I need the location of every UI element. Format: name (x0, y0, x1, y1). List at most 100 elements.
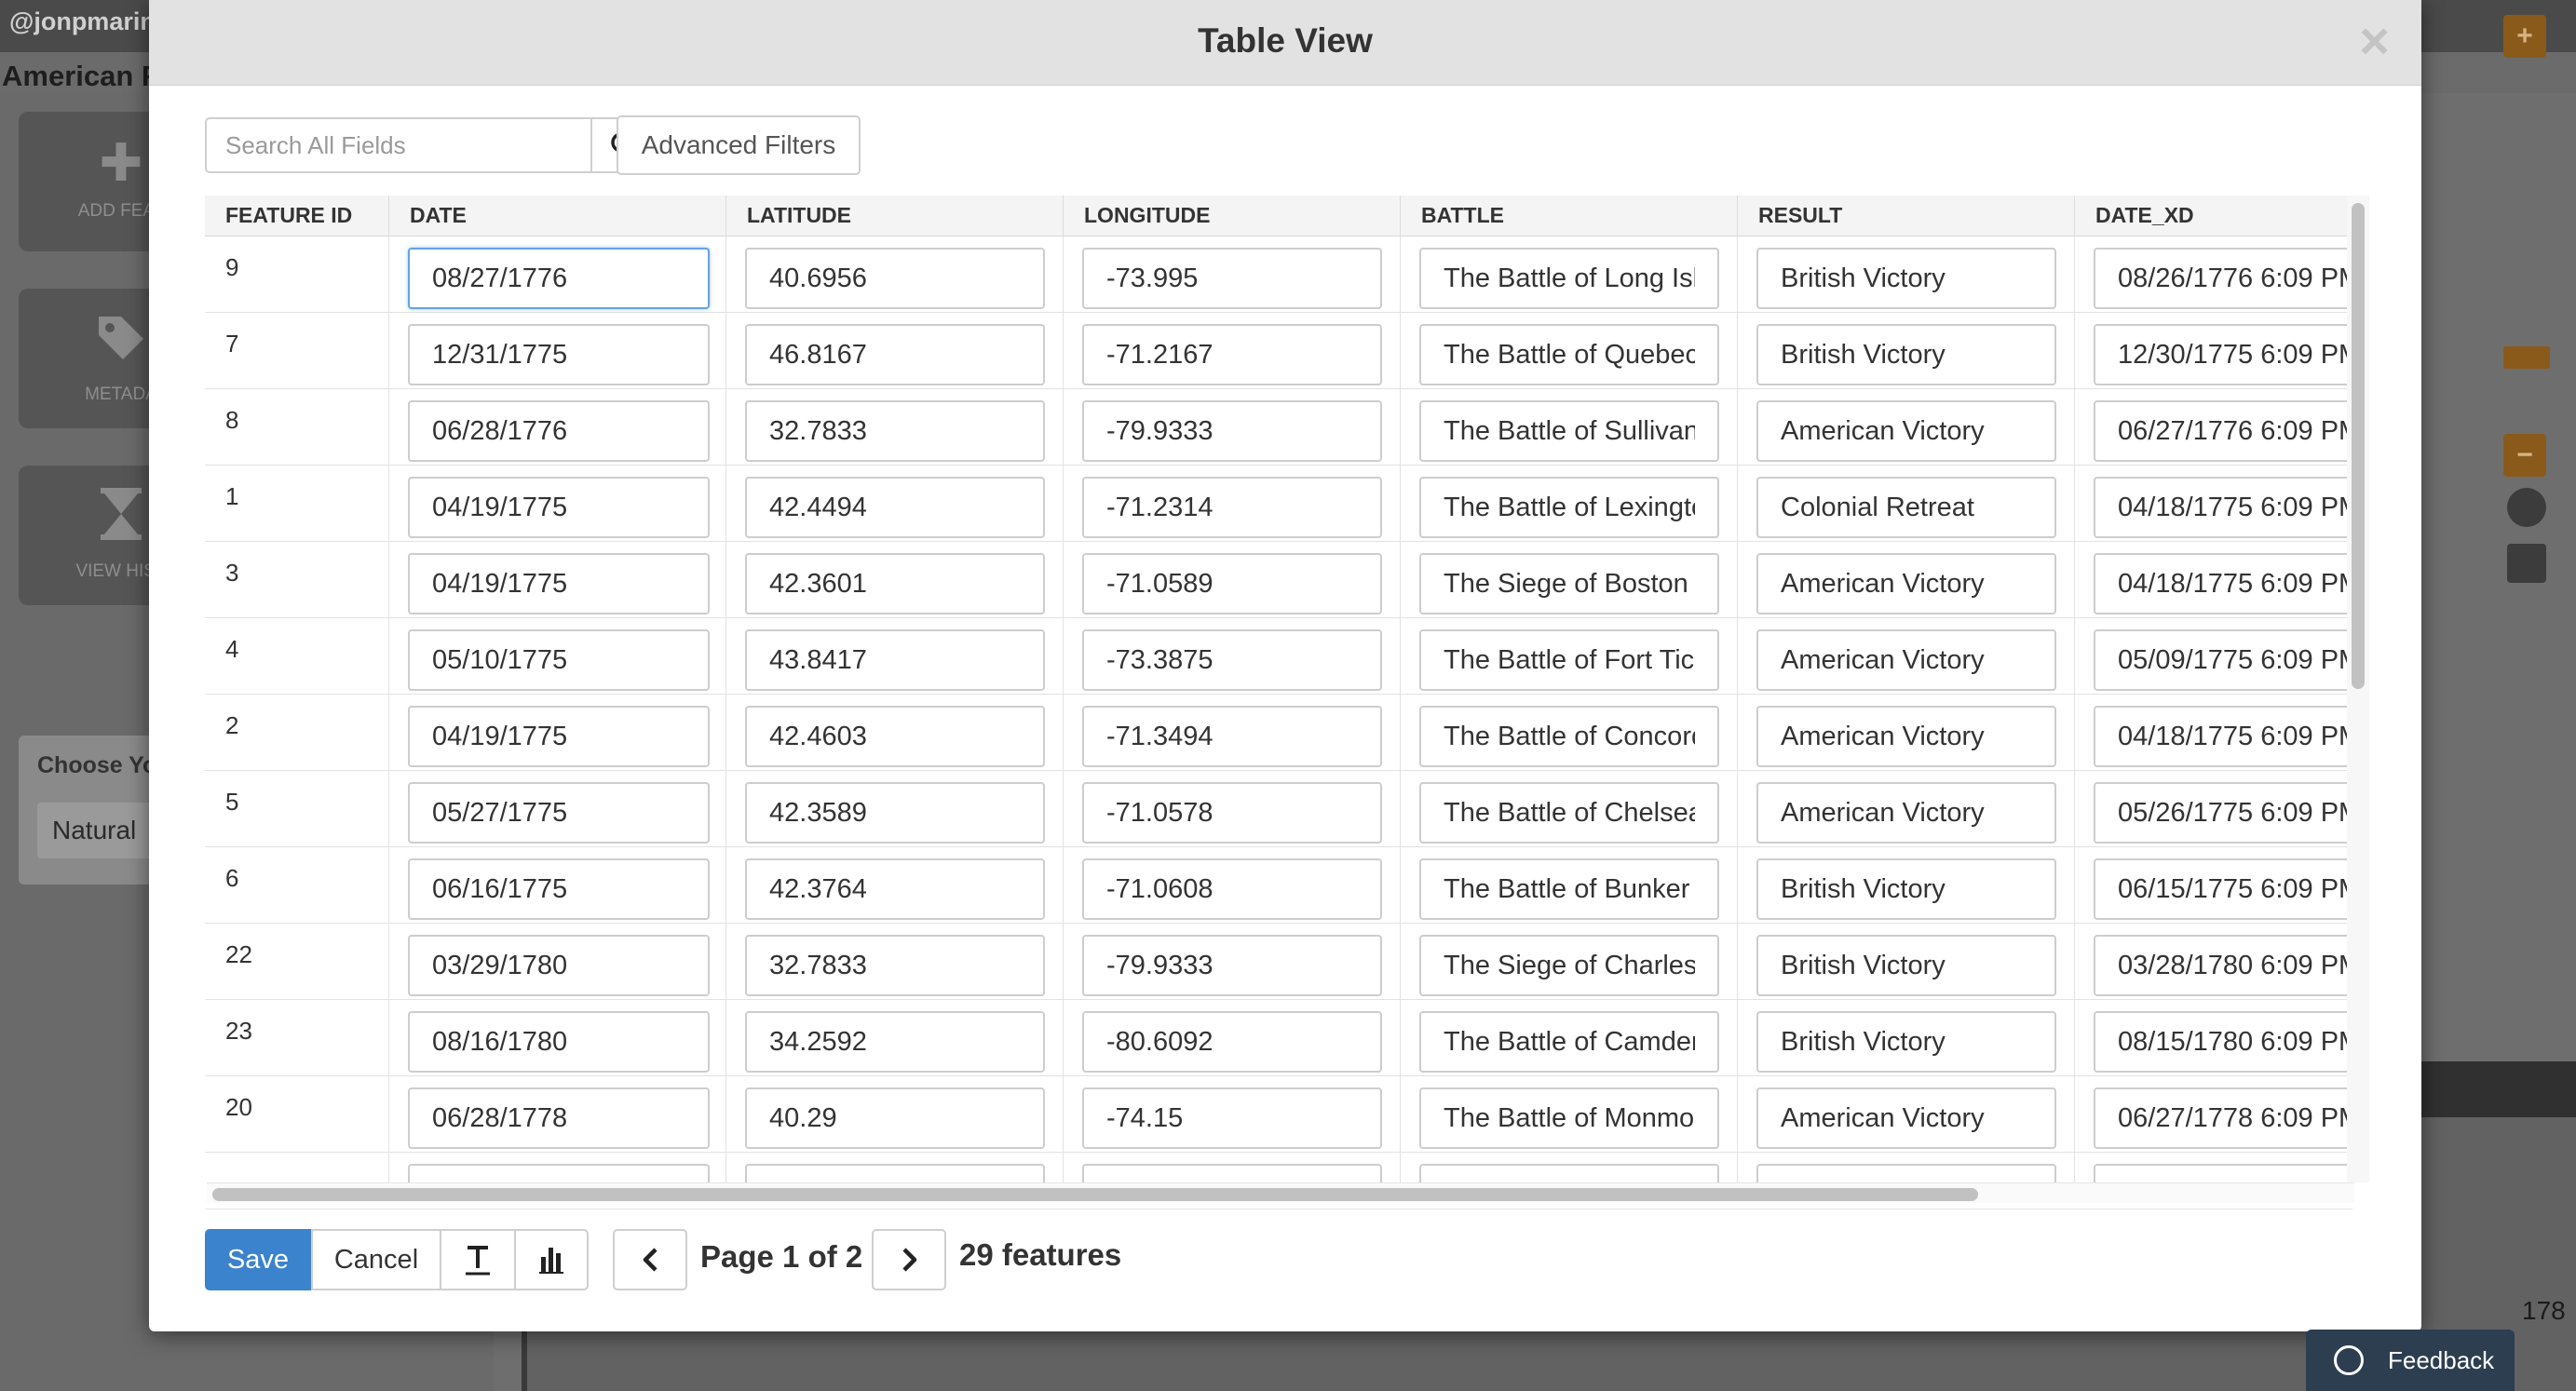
date-field[interactable] (408, 400, 710, 462)
horizontal-scroll-thumb[interactable] (212, 1188, 1978, 1201)
result-field[interactable] (1756, 629, 2056, 691)
latitude-field[interactable] (745, 1087, 1045, 1149)
date-xd-field[interactable] (2094, 1164, 2347, 1182)
longitude-field[interactable] (1082, 1164, 1382, 1182)
date-field[interactable] (408, 324, 710, 385)
battle-field[interactable] (1419, 706, 1719, 767)
previous-page-button[interactable] (613, 1229, 687, 1290)
date-xd-field[interactable] (2094, 324, 2347, 385)
result-field[interactable] (1756, 248, 2056, 309)
column-header-date-xd[interactable]: DATE_XD (2075, 196, 2347, 236)
longitude-field[interactable] (1082, 706, 1382, 767)
date-field[interactable] (408, 1087, 710, 1149)
date-xd-field[interactable] (2094, 1087, 2347, 1149)
fullscreen-icon[interactable] (2507, 544, 2546, 583)
globe-icon[interactable] (2507, 488, 2546, 527)
close-icon[interactable]: × (2359, 13, 2390, 69)
date-field[interactable] (408, 935, 710, 996)
advanced-filters-button[interactable]: Advanced Filters (617, 115, 861, 175)
search-input[interactable] (205, 117, 592, 173)
date-xd-field[interactable] (2094, 935, 2347, 996)
result-field[interactable] (1756, 1164, 2056, 1182)
latitude-field[interactable] (745, 1011, 1045, 1073)
feedback-button[interactable]: Feedback (2306, 1330, 2515, 1391)
result-field[interactable] (1756, 858, 2056, 920)
battle-field[interactable] (1419, 400, 1719, 462)
date-xd-field[interactable] (2094, 1011, 2347, 1073)
date-xd-field[interactable] (2094, 248, 2347, 309)
battle-field[interactable] (1419, 935, 1719, 996)
battle-field[interactable] (1419, 477, 1719, 538)
latitude-field[interactable] (745, 706, 1045, 767)
column-header-feature-id[interactable]: FEATURE ID (205, 196, 389, 236)
longitude-field[interactable] (1082, 400, 1382, 462)
text-format-button[interactable] (440, 1229, 516, 1290)
longitude-field[interactable] (1082, 324, 1382, 385)
battle-field[interactable] (1419, 1164, 1719, 1182)
latitude-field[interactable] (745, 324, 1045, 385)
column-header-latitude[interactable]: LATITUDE (726, 196, 1064, 236)
date-field[interactable] (408, 858, 710, 920)
latitude-field[interactable] (745, 935, 1045, 996)
date-field[interactable] (408, 782, 710, 844)
date-xd-field[interactable] (2094, 400, 2347, 462)
column-header-battle[interactable]: BATTLE (1401, 196, 1738, 236)
result-field[interactable] (1756, 400, 2056, 462)
vertical-scroll-thumb[interactable] (2352, 203, 2365, 689)
save-button[interactable]: Save (205, 1229, 311, 1290)
map-add-button[interactable]: + (2503, 15, 2546, 58)
result-field[interactable] (1756, 782, 2056, 844)
battle-field[interactable] (1419, 1011, 1719, 1073)
result-field[interactable] (1756, 1087, 2056, 1149)
latitude-field[interactable] (745, 400, 1045, 462)
date-xd-field[interactable] (2094, 553, 2347, 614)
date-xd-field[interactable] (2094, 477, 2347, 538)
longitude-field[interactable] (1082, 858, 1382, 920)
latitude-field[interactable] (745, 629, 1045, 691)
longitude-field[interactable] (1082, 1011, 1382, 1073)
result-field[interactable] (1756, 935, 2056, 996)
result-field[interactable] (1756, 324, 2056, 385)
battle-field[interactable] (1419, 248, 1719, 309)
date-xd-field[interactable] (2094, 706, 2347, 767)
column-header-longitude[interactable]: LONGITUDE (1064, 196, 1401, 236)
column-header-result[interactable]: RESULT (1738, 196, 2075, 236)
date-field[interactable] (408, 248, 710, 309)
result-field[interactable] (1756, 706, 2056, 767)
battle-field[interactable] (1419, 324, 1719, 385)
battle-field[interactable] (1419, 858, 1719, 920)
result-field[interactable] (1756, 553, 2056, 614)
latitude-field[interactable] (745, 858, 1045, 920)
date-field[interactable] (408, 1011, 710, 1073)
chart-button[interactable] (514, 1229, 589, 1290)
result-field[interactable] (1756, 477, 2056, 538)
result-field[interactable] (1756, 1011, 2056, 1073)
date-field[interactable] (408, 1164, 710, 1182)
latitude-field[interactable] (745, 477, 1045, 538)
battle-field[interactable] (1419, 782, 1719, 844)
longitude-field[interactable] (1082, 629, 1382, 691)
date-field[interactable] (408, 553, 710, 614)
battle-field[interactable] (1419, 629, 1719, 691)
date-field[interactable] (408, 706, 710, 767)
date-xd-field[interactable] (2094, 629, 2347, 691)
longitude-field[interactable] (1082, 1087, 1382, 1149)
latitude-field[interactable] (745, 1164, 1045, 1182)
longitude-field[interactable] (1082, 782, 1382, 844)
latitude-field[interactable] (745, 782, 1045, 844)
date-xd-field[interactable] (2094, 858, 2347, 920)
longitude-field[interactable] (1082, 935, 1382, 996)
longitude-field[interactable] (1082, 477, 1382, 538)
battle-field[interactable] (1419, 553, 1719, 614)
horizontal-scrollbar[interactable] (207, 1182, 2354, 1203)
battle-field[interactable] (1419, 1087, 1719, 1149)
date-xd-field[interactable] (2094, 782, 2347, 844)
date-field[interactable] (408, 629, 710, 691)
latitude-field[interactable] (745, 248, 1045, 309)
latitude-field[interactable] (745, 553, 1045, 614)
next-page-button[interactable] (872, 1229, 946, 1290)
cancel-button[interactable]: Cancel (311, 1229, 441, 1290)
zoom-out-button[interactable]: − (2503, 434, 2546, 477)
date-field[interactable] (408, 477, 710, 538)
longitude-field[interactable] (1082, 248, 1382, 309)
